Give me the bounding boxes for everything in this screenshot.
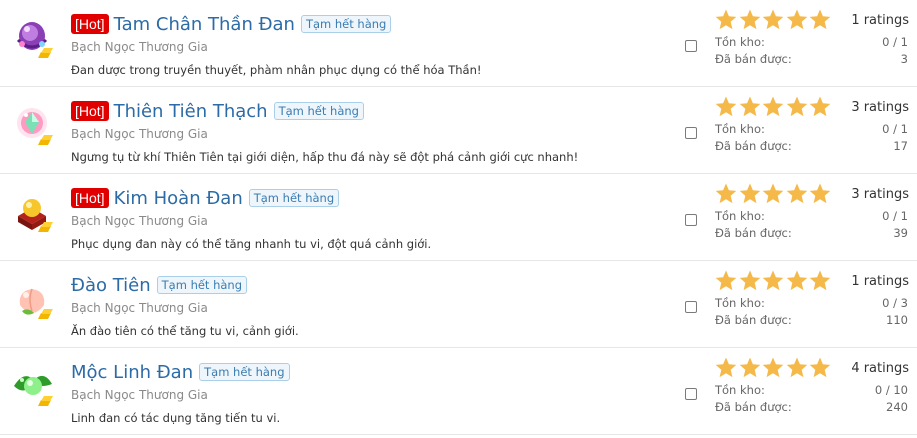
compare-checkbox[interactable] <box>685 127 697 139</box>
hot-badge: [Hot] <box>71 14 109 34</box>
sold-label: Đã bán được: <box>715 400 792 414</box>
hot-badge: [Hot] <box>71 101 109 121</box>
star-icon <box>762 270 784 291</box>
sold-value: 3 <box>900 52 908 66</box>
seller-name: Bạch Ngọc Thương Gia <box>71 214 208 228</box>
star-icon <box>786 96 807 117</box>
product-row: [Hot] Tam Chân Thần Đan Tạm hết hàng Bạc… <box>0 0 917 87</box>
star-icon <box>809 270 831 291</box>
star-icon <box>762 357 784 378</box>
product-row: Đào Tiên Tạm hết hàng Bạch Ngọc Thương G… <box>0 261 917 348</box>
compare-checkbox[interactable] <box>685 214 697 226</box>
star-icon <box>739 270 760 291</box>
sold-value: 110 <box>886 313 908 327</box>
compare-checkbox[interactable] <box>685 388 697 400</box>
star-icon <box>762 183 784 204</box>
product-description: Đan dược trong truyền thuyết, phàm nhân … <box>71 63 482 77</box>
sold-value: 39 <box>893 226 908 240</box>
peach-icon[interactable] <box>8 275 58 325</box>
sold-label: Đã bán được: <box>715 52 792 66</box>
star-icon <box>715 270 737 291</box>
star-icon <box>809 96 831 117</box>
rating-stars <box>714 95 832 119</box>
out-of-stock-badge: Tạm hết hàng <box>300 15 392 33</box>
out-of-stock-badge: Tạm hết hàng <box>156 276 248 294</box>
product-title-line: [Hot] Kim Hoàn Đan Tạm hết hàng <box>71 185 340 211</box>
product-description: Phục dụng đan này có thể tăng nhanh tu v… <box>71 237 432 251</box>
product-description: Ăn đào tiên có thể tăng tu vi, cảnh giới… <box>71 324 299 338</box>
product-title-line: [Hot] Tam Chân Thần Đan Tạm hết hàng <box>71 11 392 37</box>
product-name-link[interactable]: Mộc Linh Đan <box>71 362 193 383</box>
seller-name: Bạch Ngọc Thương Gia <box>71 301 208 315</box>
rating-stars <box>714 8 832 32</box>
out-of-stock-badge: Tạm hết hàng <box>248 189 340 207</box>
stock-value: 0 / 1 <box>882 122 908 136</box>
compare-checkbox[interactable] <box>685 40 697 52</box>
crystal-stone-icon[interactable] <box>8 101 58 151</box>
star-icon <box>715 96 737 117</box>
product-name-link[interactable]: Đào Tiên <box>71 275 151 296</box>
stock-label: Tồn kho: <box>715 209 765 223</box>
star-icon <box>739 9 760 30</box>
sold-value: 240 <box>886 400 908 414</box>
rating-stars <box>714 269 832 293</box>
sold-value: 17 <box>893 139 908 153</box>
star-icon <box>809 9 831 30</box>
stock-value: 0 / 10 <box>874 383 908 397</box>
rating-stars <box>714 182 832 206</box>
hot-badge: [Hot] <box>71 188 109 208</box>
star-icon <box>786 183 807 204</box>
sold-label: Đã bán được: <box>715 139 792 153</box>
golden-pill-icon[interactable] <box>8 188 58 238</box>
product-title-line: Đào Tiên Tạm hết hàng <box>71 272 248 298</box>
sold-label: Đã bán được: <box>715 313 792 327</box>
compare-checkbox[interactable] <box>685 301 697 313</box>
product-title-line: [Hot] Thiên Tiên Thạch Tạm hết hàng <box>71 98 364 124</box>
product-row: [Hot] Thiên Tiên Thạch Tạm hết hàng Bạch… <box>0 87 917 174</box>
star-icon <box>786 270 807 291</box>
star-icon <box>715 357 737 378</box>
stock-label: Tồn kho: <box>715 383 765 397</box>
stock-value: 0 / 3 <box>882 296 908 310</box>
green-spirit-pill-icon[interactable] <box>8 362 58 412</box>
product-list: [Hot] Tam Chân Thần Đan Tạm hết hàng Bạc… <box>0 0 917 438</box>
stock-label: Tồn kho: <box>715 122 765 136</box>
product-title-line: Mộc Linh Đan Tạm hết hàng <box>71 359 290 385</box>
ratings-count: 1 ratings <box>851 13 909 28</box>
ratings-count: 4 ratings <box>851 361 909 376</box>
star-icon <box>739 357 760 378</box>
seller-name: Bạch Ngọc Thương Gia <box>71 127 208 141</box>
sold-label: Đã bán được: <box>715 226 792 240</box>
star-icon <box>762 96 784 117</box>
rating-stars <box>714 356 832 380</box>
star-icon <box>786 9 807 30</box>
star-icon <box>762 9 784 30</box>
stock-value: 0 / 1 <box>882 35 908 49</box>
stock-label: Tồn kho: <box>715 35 765 49</box>
out-of-stock-badge: Tạm hết hàng <box>199 363 290 381</box>
stock-value: 0 / 1 <box>882 209 908 223</box>
star-icon <box>809 357 831 378</box>
out-of-stock-badge: Tạm hết hàng <box>273 102 364 120</box>
star-icon <box>715 9 737 30</box>
ratings-count: 3 ratings <box>851 100 909 115</box>
star-icon <box>786 357 807 378</box>
star-icon <box>715 183 737 204</box>
stock-label: Tồn kho: <box>715 296 765 310</box>
star-icon <box>809 183 831 204</box>
purple-elixir-icon[interactable] <box>8 14 58 64</box>
seller-name: Bạch Ngọc Thương Gia <box>71 40 208 54</box>
product-row: [Hot] Kim Hoàn Đan Tạm hết hàng Bạch Ngọ… <box>0 174 917 261</box>
product-name-link[interactable]: Kim Hoàn Đan <box>114 188 243 209</box>
ratings-count: 3 ratings <box>851 187 909 202</box>
product-name-link[interactable]: Tam Chân Thần Đan <box>114 14 295 35</box>
star-icon <box>739 96 760 117</box>
product-description: Ngưng tụ từ khí Thiên Tiên tại giới diện… <box>71 150 579 164</box>
ratings-count: 1 ratings <box>851 274 909 289</box>
star-icon <box>739 183 760 204</box>
product-name-link[interactable]: Thiên Tiên Thạch <box>114 101 268 122</box>
product-description: Linh đan có tác dụng tăng tiến tu vi. <box>71 411 281 425</box>
product-row: Mộc Linh Đan Tạm hết hàng Bạch Ngọc Thươ… <box>0 348 917 435</box>
seller-name: Bạch Ngọc Thương Gia <box>71 388 208 402</box>
